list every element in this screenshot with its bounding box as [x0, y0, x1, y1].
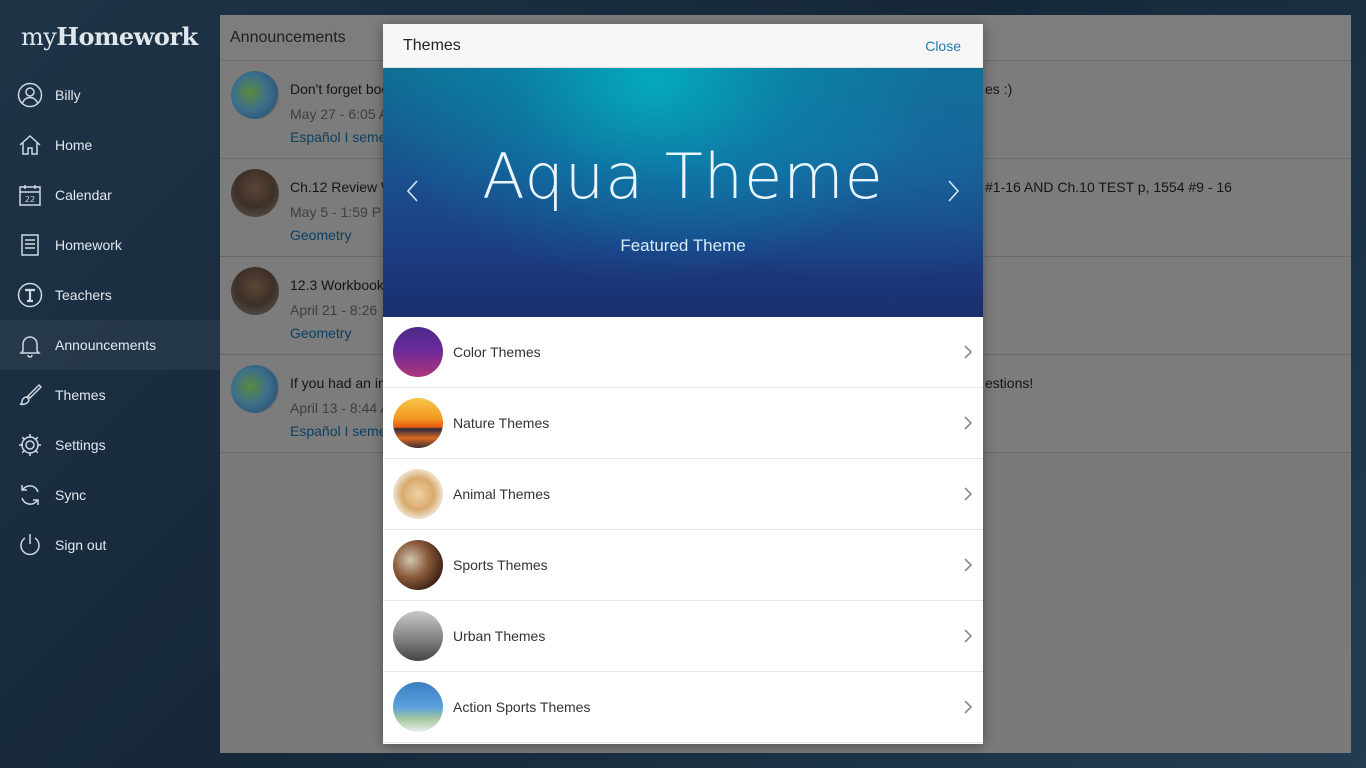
- chevron-right-icon[interactable]: [943, 178, 963, 204]
- announcement-class-link[interactable]: Geometry: [290, 325, 351, 341]
- announcement-class-link[interactable]: Geometry: [290, 227, 351, 243]
- sidebar-item-label: Billy: [55, 87, 81, 103]
- logo-bold-text: Homework: [56, 22, 198, 51]
- chevron-right-icon: [963, 415, 973, 431]
- bell-icon: [17, 332, 43, 358]
- calendar-icon: 22: [17, 182, 43, 208]
- announcement-class-link[interactable]: Español I seme: [290, 423, 387, 439]
- announcement-class-link[interactable]: Español I seme: [290, 129, 387, 145]
- announcement-date: May 27 - 6:05 A: [290, 106, 389, 122]
- sidebar-item-themes[interactable]: Themes: [0, 370, 220, 420]
- announcement-title-rest: estions!: [985, 375, 1034, 391]
- chevron-right-icon: [963, 699, 973, 715]
- avatar: [231, 267, 279, 315]
- theme-category-color[interactable]: Color Themes: [383, 317, 983, 388]
- sidebar-item-homework[interactable]: Homework: [0, 220, 220, 270]
- theme-category-label: Nature Themes: [453, 415, 550, 431]
- announcement-date: May 5 - 1:59 P: [290, 204, 382, 220]
- svg-text:22: 22: [25, 195, 35, 204]
- sidebar-item-label: Homework: [55, 237, 122, 253]
- power-icon: [17, 532, 43, 558]
- home-icon: [17, 132, 43, 158]
- banner-title: Aqua Theme: [482, 140, 884, 213]
- app-logo: myHomework: [21, 22, 198, 51]
- chevron-right-icon: [963, 486, 973, 502]
- announcement-title: If you had an in: [290, 375, 386, 391]
- modal-header: Themes Close: [383, 24, 983, 68]
- theme-thumbnail: [393, 682, 443, 732]
- announcement-title: 12.3 Workbook: [290, 277, 384, 293]
- theme-category-label: Action Sports Themes: [453, 699, 591, 715]
- theme-category-sports[interactable]: Sports Themes: [383, 530, 983, 601]
- teacher-icon: [17, 282, 43, 308]
- theme-thumbnail: [393, 540, 443, 590]
- theme-category-urban[interactable]: Urban Themes: [383, 601, 983, 672]
- avatar: [231, 169, 279, 217]
- gear-icon: [17, 432, 43, 458]
- theme-thumbnail: [393, 611, 443, 661]
- theme-category-label: Color Themes: [453, 344, 541, 360]
- close-button[interactable]: Close: [925, 38, 961, 54]
- user-icon: [17, 82, 43, 108]
- sidebar-item-announcements[interactable]: Announcements: [0, 320, 220, 370]
- sidebar-item-home[interactable]: Home: [0, 120, 220, 170]
- sidebar-item-label: Sync: [55, 487, 87, 503]
- sync-icon: [17, 482, 43, 508]
- sidebar-item-label: Settings: [55, 437, 106, 453]
- announcement-title-rest: #1-16 AND Ch.10 TEST p, 1554 #9 - 16: [985, 179, 1232, 195]
- announcement-title: Don't forget boo: [290, 81, 390, 97]
- sidebar-nav: Billy Home 22 Calendar Homework Teachers…: [0, 70, 220, 570]
- featured-theme-banner[interactable]: Aqua Theme Featured Theme: [383, 68, 983, 317]
- sidebar-item-label: Teachers: [55, 287, 112, 303]
- document-icon: [17, 232, 43, 258]
- avatar: [231, 365, 279, 413]
- chevron-right-icon: [963, 344, 973, 360]
- theme-thumbnail: [393, 398, 443, 448]
- theme-thumbnail: [393, 469, 443, 519]
- announcement-date: April 13 - 8:44 A: [290, 400, 390, 416]
- logo-light-text: my: [21, 23, 57, 51]
- theme-category-label: Sports Themes: [453, 557, 548, 573]
- chevron-right-icon: [963, 628, 973, 644]
- sidebar-item-settings[interactable]: Settings: [0, 420, 220, 470]
- sidebar-item-teachers[interactable]: Teachers: [0, 270, 220, 320]
- sidebar-item-label: Sign out: [55, 537, 107, 553]
- sidebar-item-label: Calendar: [55, 187, 112, 203]
- announcement-title: Ch.12 Review W: [290, 179, 395, 195]
- announcement-title-rest: es :): [985, 81, 1013, 97]
- theme-thumbnail: [393, 327, 443, 377]
- sidebar-item-sync[interactable]: Sync: [0, 470, 220, 520]
- sidebar-item-sign-out[interactable]: Sign out: [0, 520, 220, 570]
- sidebar: myHomework Billy Home 22 Calendar Homewo…: [0, 0, 220, 768]
- sidebar-item-label: Home: [55, 137, 93, 153]
- sidebar-item-calendar[interactable]: 22 Calendar: [0, 170, 220, 220]
- themes-modal: Themes Close Aqua Theme Featured Theme C…: [383, 24, 983, 744]
- sidebar-item-label: Themes: [55, 387, 106, 403]
- chevron-right-icon: [963, 557, 973, 573]
- theme-category-label: Animal Themes: [453, 486, 551, 502]
- theme-category-list: Color Themes Nature Themes Animal Themes…: [383, 317, 983, 743]
- brush-icon: [17, 382, 43, 408]
- banner-subtitle: Featured Theme: [620, 236, 746, 255]
- modal-title: Themes: [403, 36, 461, 54]
- theme-category-label: Urban Themes: [453, 628, 546, 644]
- theme-category-action-sports[interactable]: Action Sports Themes: [383, 672, 983, 743]
- sidebar-item-user[interactable]: Billy: [0, 70, 220, 120]
- avatar: [231, 71, 279, 119]
- theme-category-nature[interactable]: Nature Themes: [383, 388, 983, 459]
- announcement-date: April 21 - 8:26: [290, 302, 378, 318]
- theme-category-animal[interactable]: Animal Themes: [383, 459, 983, 530]
- sidebar-item-label: Announcements: [55, 337, 157, 353]
